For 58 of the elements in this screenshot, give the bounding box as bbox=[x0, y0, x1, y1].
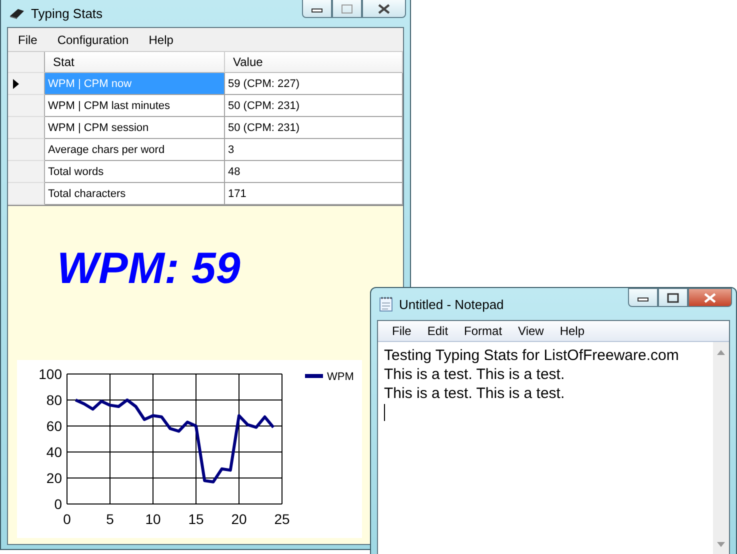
y-tick-label: 80 bbox=[46, 392, 62, 408]
scroll-down-icon bbox=[717, 542, 725, 547]
maximize-button[interactable] bbox=[658, 288, 688, 307]
table-cell[interactable]: WPM | CPM last minutes bbox=[45, 95, 225, 117]
text-cursor bbox=[384, 404, 385, 421]
window-title: Typing Stats bbox=[31, 6, 104, 20]
scroll-up-icon bbox=[717, 350, 725, 355]
minimize-button[interactable] bbox=[302, 0, 332, 18]
x-tick-label: 15 bbox=[188, 511, 204, 527]
table-cell[interactable]: 3 bbox=[225, 139, 403, 161]
close-button[interactable] bbox=[688, 288, 732, 307]
menu-item[interactable]: Help bbox=[148, 32, 174, 46]
menu-item[interactable]: View bbox=[510, 324, 552, 338]
text-area[interactable]: Testing Typing Stats for ListOfFreeware.com This is a test. This is a test. This is a test. This is a test. bbox=[378, 342, 713, 554]
maximize-icon bbox=[667, 292, 679, 302]
column-header[interactable]: Value bbox=[225, 52, 403, 73]
x-tick-label: 0 bbox=[63, 511, 71, 527]
current-row-icon bbox=[13, 78, 19, 88]
menu-item[interactable]: Configuration bbox=[57, 32, 129, 46]
menu-item[interactable]: File bbox=[384, 324, 420, 338]
text-line: This is a test. This is a test. bbox=[384, 365, 566, 384]
table-cell[interactable]: WPM | CPM session bbox=[45, 117, 225, 139]
x-tick-label: 10 bbox=[145, 511, 161, 527]
close-button[interactable] bbox=[362, 0, 406, 18]
close-icon bbox=[377, 4, 391, 14]
table-cell[interactable]: 50 (CPM: 231) bbox=[225, 117, 403, 139]
menu-item[interactable]: Help bbox=[552, 324, 593, 338]
text-line: Testing Typing Stats for ListOfFreeware.com bbox=[384, 346, 680, 365]
column-header[interactable]: Stat bbox=[45, 52, 225, 73]
x-tick-label: 20 bbox=[231, 511, 247, 527]
menu-item[interactable]: Edit bbox=[419, 324, 456, 338]
table-cell[interactable]: 48 bbox=[225, 161, 403, 183]
keyboard-icon bbox=[9, 7, 25, 19]
table-cell[interactable]: Total characters bbox=[45, 183, 225, 205]
menu-item[interactable]: File bbox=[18, 32, 38, 46]
y-tick-label: 60 bbox=[46, 418, 62, 434]
y-tick-label: 40 bbox=[46, 444, 62, 460]
scrollbar[interactable] bbox=[713, 342, 729, 554]
close-icon bbox=[703, 292, 717, 302]
text-line: This is a test. This is a test. bbox=[384, 384, 566, 403]
notepad-icon bbox=[379, 296, 393, 312]
x-tick-label: 5 bbox=[106, 511, 114, 527]
table-cell[interactable]: Average chars per word bbox=[45, 139, 225, 161]
window-title: Untitled - Notepad bbox=[399, 296, 505, 312]
table-cell[interactable]: 59 (CPM: 227) bbox=[225, 73, 403, 95]
table-cell[interactable]: 171 bbox=[225, 183, 403, 205]
table-cell[interactable]: Total words bbox=[45, 161, 225, 183]
y-tick-label: 20 bbox=[46, 470, 62, 486]
table-cell[interactable]: 50 (CPM: 231) bbox=[225, 95, 403, 117]
y-tick-label: 0 bbox=[54, 496, 62, 512]
maximize-icon bbox=[341, 4, 353, 14]
y-tick-label: 100 bbox=[38, 366, 62, 382]
menu-item[interactable]: Format bbox=[456, 324, 510, 338]
row-header[interactable] bbox=[8, 73, 45, 95]
x-tick-label: 25 bbox=[274, 511, 290, 527]
wpm-readout: WPM: 59 bbox=[57, 244, 240, 295]
legend-label: WPM bbox=[327, 371, 354, 383]
minimize-button[interactable] bbox=[628, 288, 658, 307]
